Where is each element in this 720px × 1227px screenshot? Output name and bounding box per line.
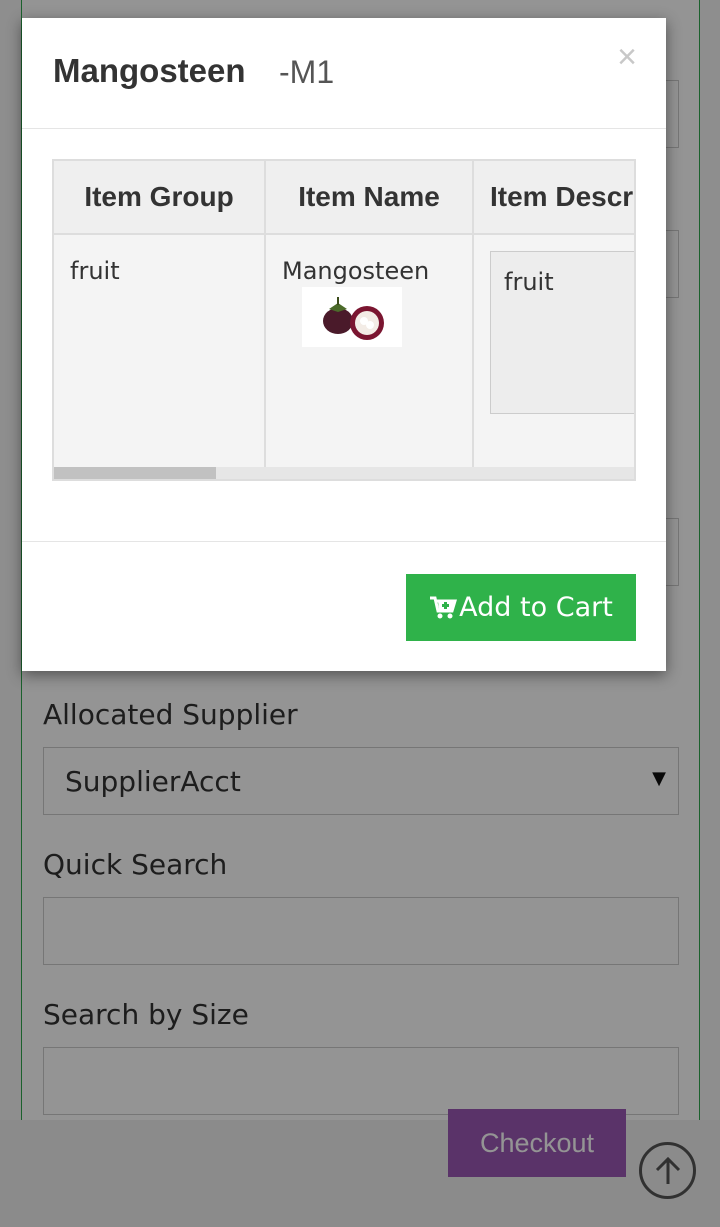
add-to-cart-label: Add to Cart [459, 592, 613, 623]
add-to-cart-button[interactable]: Add to Cart [406, 574, 636, 641]
column-header-item-name: Item Name [266, 161, 474, 235]
close-icon[interactable]: × [612, 40, 642, 74]
cell-item-group: fruit [54, 235, 266, 467]
modal-title: Mangosteen [53, 52, 246, 89]
mangosteen-image[interactable] [302, 287, 402, 347]
product-table[interactable]: Item Group Item Name Item Descr fruit Ma… [52, 159, 636, 481]
column-header-item-description: Item Descr [474, 161, 634, 235]
column-header-item-group: Item Group [54, 161, 266, 235]
product-modal: Mangosteen -M1 × Item Group Item Name It… [22, 18, 666, 671]
horizontal-scrollbar[interactable] [54, 467, 634, 479]
item-name-value: Mangosteen [282, 257, 430, 285]
cell-item-description: fruit [474, 235, 634, 467]
modal-header: Mangosteen -M1 × [22, 18, 666, 129]
item-group-value: fruit [70, 257, 120, 285]
cell-item-name: Mangosteen [266, 235, 474, 467]
scrollbar-thumb[interactable] [54, 467, 216, 479]
item-description-textarea[interactable]: fruit [490, 251, 634, 414]
cart-plus-icon [430, 596, 458, 618]
item-description-value: fruit [504, 268, 554, 296]
modal-footer: Add to Cart [22, 541, 666, 671]
product-code: -M1 [279, 54, 335, 90]
